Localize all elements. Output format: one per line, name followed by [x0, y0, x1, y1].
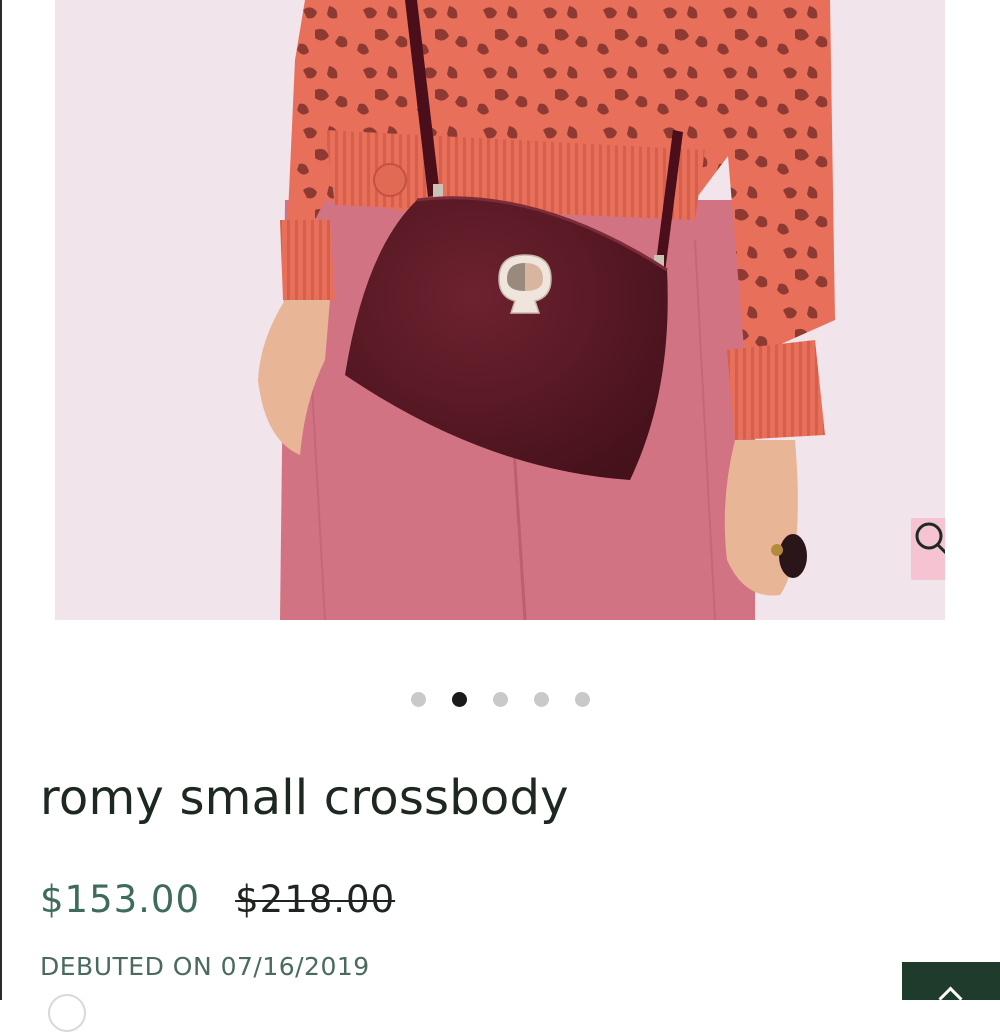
- debut-date: DEBUTED ON 07/16/2019: [40, 952, 370, 981]
- left-edge-rule: [0, 0, 2, 1000]
- carousel-pagination: [0, 692, 1000, 708]
- carousel-dot[interactable]: [492, 692, 508, 707]
- carousel-dot[interactable]: [533, 692, 549, 707]
- price-row: $153.00 $218.00: [40, 878, 395, 921]
- scroll-to-top-button[interactable]: [902, 962, 1000, 1011]
- product-photo: [258, 0, 835, 620]
- magnifier-icon: [915, 522, 945, 555]
- carousel-dot[interactable]: [574, 692, 590, 707]
- chevron-up-icon: [938, 986, 963, 1011]
- zoom-button[interactable]: [911, 518, 945, 580]
- sale-price: $153.00: [40, 878, 201, 921]
- original-price: $218.00: [235, 878, 396, 921]
- product-image[interactable]: [55, 0, 945, 620]
- carousel-dot-active[interactable]: [451, 692, 467, 707]
- product-title: romy small crossbody: [40, 770, 569, 826]
- carousel-dot[interactable]: [410, 692, 426, 707]
